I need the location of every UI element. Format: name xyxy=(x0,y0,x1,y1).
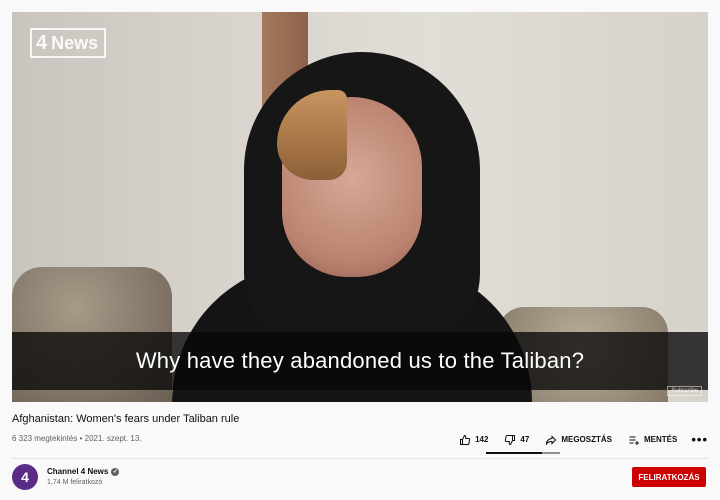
channel-name[interactable]: Channel 4 News xyxy=(47,467,108,476)
divider xyxy=(12,458,708,459)
video-title: Afghanistan: Women's fears under Taliban… xyxy=(12,413,240,425)
more-actions-button[interactable]: ••• xyxy=(685,432,708,447)
save-label: MENTÉS xyxy=(644,435,678,444)
subtitle-text: Why have they abandoned us to the Taliba… xyxy=(135,348,585,373)
like-button[interactable]: 142 xyxy=(451,434,496,446)
dislike-button[interactable]: 47 xyxy=(496,434,537,446)
action-bar: 142 47 MEGOSZTÁS MENTÉS ••• xyxy=(451,432,708,447)
video-meta: 6 323 megtekintés • 2021. szept. 13. xyxy=(12,434,142,443)
subscribe-button[interactable]: FELIRATKOZÁS xyxy=(632,467,706,487)
share-label: MEGOSZTÁS xyxy=(561,435,612,444)
dislike-count: 47 xyxy=(520,435,530,444)
channel-watermark: 4 News xyxy=(30,28,107,58)
subtitle-bar: Why have they abandoned us to the Taliba… xyxy=(12,332,708,390)
share-arrow-icon xyxy=(546,434,557,446)
channel-avatar[interactable]: 4 xyxy=(12,464,38,490)
video-player[interactable]: 4 News Why have they abandoned us to the… xyxy=(12,12,708,402)
like-count: 142 xyxy=(475,435,489,444)
channel4-logo-icon: 4 xyxy=(36,32,48,54)
channel-name-row: Channel 4 News ✓ xyxy=(47,467,120,476)
like-ratio-bar xyxy=(486,452,560,454)
save-button[interactable]: MENTÉS xyxy=(620,434,685,446)
playlist-add-icon xyxy=(629,436,639,445)
thumbs-down-icon xyxy=(505,434,516,445)
verified-check-icon: ✓ xyxy=(111,467,120,476)
end-card-subscribe-button[interactable]: Subscribe xyxy=(667,386,702,396)
share-button[interactable]: MEGOSZTÁS xyxy=(537,434,620,446)
like-ratio-fill xyxy=(486,452,542,454)
thumbs-up-icon xyxy=(460,434,471,445)
watermark-label: News xyxy=(51,32,99,53)
subscriber-count: 1,74 M feliratkozó xyxy=(47,479,103,486)
